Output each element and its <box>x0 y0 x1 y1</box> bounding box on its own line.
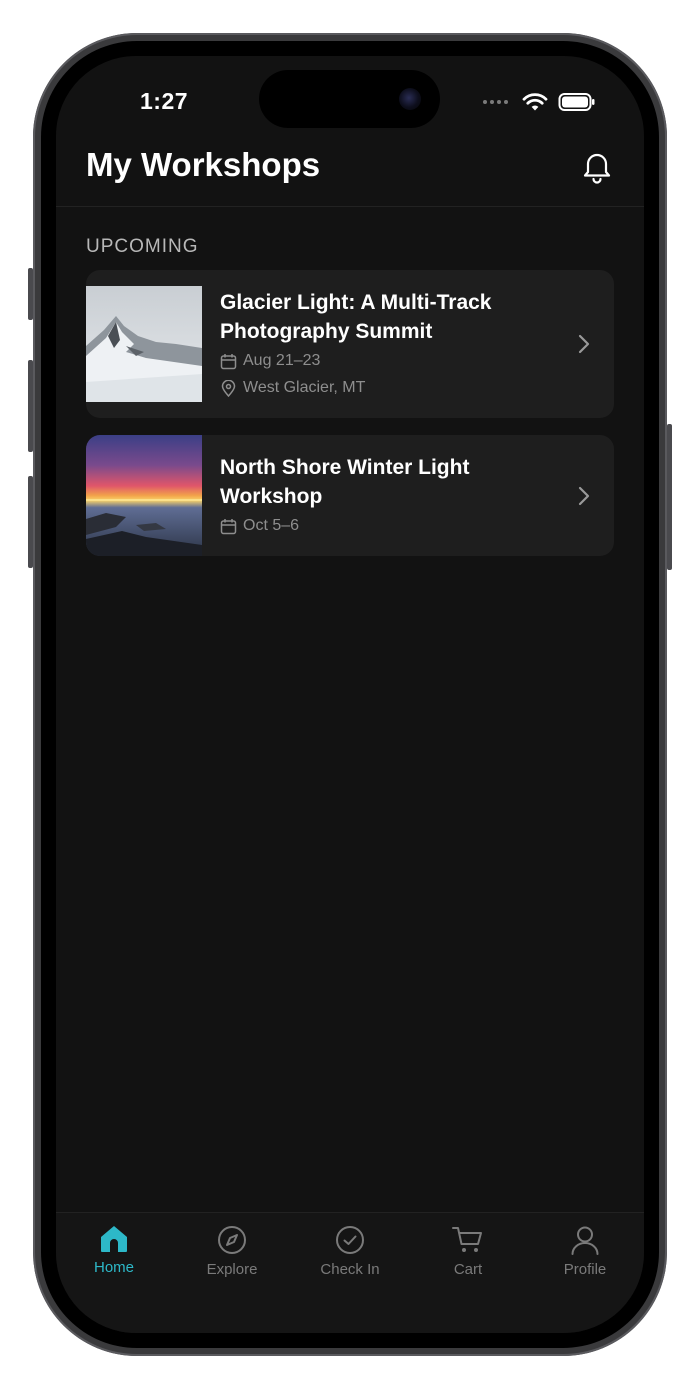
page-title: My Workshops <box>86 146 321 183</box>
app-header: My Workshops <box>56 134 644 207</box>
notification-bell-icon[interactable] <box>582 150 612 184</box>
tab-home[interactable]: Home <box>64 1225 164 1276</box>
tab-profile[interactable]: Profile <box>535 1225 635 1278</box>
compass-icon <box>218 1226 246 1254</box>
location-pin-icon <box>221 379 236 397</box>
chevron-right-icon <box>578 334 590 354</box>
battery-icon <box>558 93 595 111</box>
workshop-location-text: West Glacier, MT <box>243 379 366 396</box>
workshop-thumbnail-glacier <box>86 286 202 402</box>
workshop-title: North Shore Winter Light Workshop <box>220 456 470 508</box>
tab-explore[interactable]: Explore <box>182 1225 282 1278</box>
tab-label: Check In <box>320 1261 380 1278</box>
cart-icon <box>452 1227 482 1252</box>
status-indicators <box>483 92 596 112</box>
check-circle-icon <box>336 1226 364 1254</box>
workshop-dates: Aug 21–23 <box>220 352 320 370</box>
workshop-title: Glacier Light: A Multi-Track Photography… <box>220 291 492 343</box>
bottom-tab-bar: Home Explore Check In Cart Profile <box>56 1212 644 1333</box>
calendar-icon <box>220 518 237 534</box>
home-icon <box>101 1226 127 1252</box>
tab-label: Home <box>93 1259 134 1276</box>
chevron-right-icon <box>578 486 590 506</box>
workshop-dates: Oct 5–6 <box>220 517 299 535</box>
wifi-icon <box>522 93 548 111</box>
workshop-dates-text: Aug 21–23 <box>243 352 321 369</box>
dynamic-island <box>259 70 440 128</box>
front-camera <box>399 88 421 110</box>
tab-label: Profile <box>563 1261 607 1278</box>
app-screen: 1:27 My Workshops UPCOMING Glacier Light… <box>56 56 644 1333</box>
workshop-thumbnail-shore <box>86 435 202 556</box>
tab-cart[interactable]: Cart <box>418 1225 518 1278</box>
workshop-card[interactable]: Glacier Light: A Multi-Track Photography… <box>86 270 614 418</box>
workshop-location: West Glacier, MT <box>220 379 365 397</box>
tab-check-in[interactable]: Check In <box>300 1225 400 1278</box>
section-label-upcoming: UPCOMING <box>86 236 199 257</box>
user-icon <box>571 1226 599 1255</box>
status-time: 1:27 <box>140 88 189 114</box>
calendar-icon <box>220 353 237 369</box>
tab-label: Explore <box>206 1261 258 1278</box>
workshop-dates-text: Oct 5–6 <box>243 517 300 534</box>
power-button <box>667 424 672 570</box>
cellular-signal-icon <box>483 100 508 104</box>
workshop-card[interactable]: North Shore Winter Light Workshop Oct 5–… <box>86 435 614 556</box>
tab-label: Cart <box>453 1261 483 1278</box>
